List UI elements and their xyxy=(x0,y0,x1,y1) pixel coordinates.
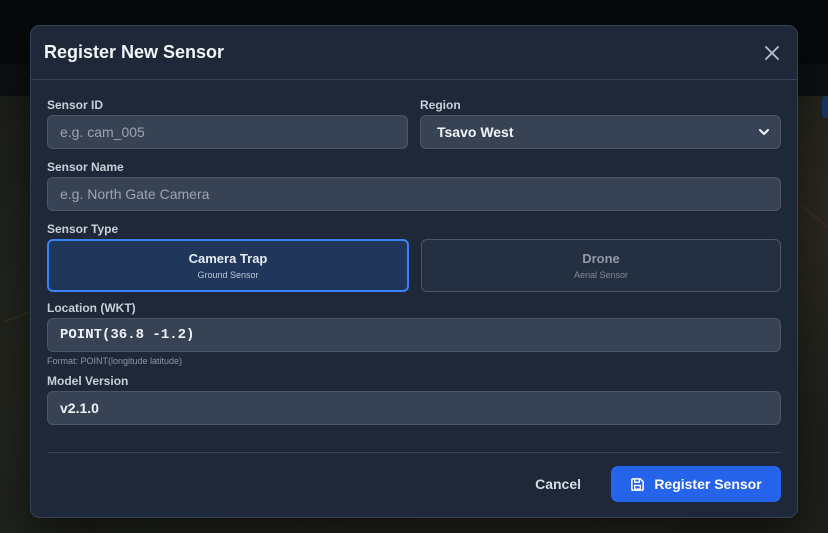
sensor-name-field: Sensor Name e.g. North Gate Camera xyxy=(47,160,781,211)
model-version-label: Model Version xyxy=(47,374,129,388)
close-icon xyxy=(765,45,779,60)
sensor-id-label: Sensor ID xyxy=(47,98,104,112)
sensor-id-input[interactable]: e.g. cam_005 xyxy=(47,115,408,149)
location-label: Location (WKT) xyxy=(47,301,136,315)
chevron-down-icon xyxy=(759,129,769,135)
sensor-id-field: Sensor ID e.g. cam_005 xyxy=(47,98,408,149)
region-select[interactable]: Tsavo West xyxy=(420,115,781,149)
save-icon xyxy=(631,477,645,491)
sensor-name-label: Sensor Name xyxy=(47,160,124,174)
close-button[interactable] xyxy=(761,42,783,64)
sensor-type-title: Camera Trap xyxy=(188,251,268,266)
sensor-type-field: Sensor Type Camera Trap Ground Sensor Dr… xyxy=(47,222,781,292)
model-version-input[interactable]: v2.1.0 xyxy=(47,391,781,425)
sensor-type-title: Drone xyxy=(582,251,620,266)
sensor-type-label: Sensor Type xyxy=(47,222,119,236)
sensor-type-camera-trap[interactable]: Camera Trap Ground Sensor xyxy=(47,239,409,292)
region-selected-value: Tsavo West xyxy=(437,124,514,140)
footer-divider xyxy=(47,452,781,453)
region-label: Region xyxy=(420,98,461,112)
sensor-type-drone[interactable]: Drone Aerial Sensor xyxy=(421,239,781,292)
location-input[interactable]: POINT(36.8 -1.2) xyxy=(47,318,781,352)
sensor-type-subtitle: Aerial Sensor xyxy=(573,270,629,280)
sensor-name-input[interactable]: e.g. North Gate Camera xyxy=(47,177,781,211)
register-sensor-button[interactable]: Register Sensor xyxy=(611,466,781,502)
register-sensor-label: Register Sensor xyxy=(654,476,762,492)
location-hint: Format: POINT(longitude latitude) xyxy=(47,356,183,366)
cancel-button[interactable]: Cancel xyxy=(533,468,583,500)
register-sensor-dialog: Register New Sensor Sensor ID e.g. cam_0… xyxy=(30,25,798,518)
sensor-type-subtitle: Ground Sensor xyxy=(197,270,259,280)
location-field: Location (WKT) POINT(36.8 -1.2) Format: … xyxy=(47,301,781,367)
region-field: Region Tsavo West xyxy=(420,98,781,149)
dialog-header: Register New Sensor xyxy=(31,26,797,80)
model-version-field: Model Version v2.1.0 xyxy=(47,374,781,425)
dialog-title: Register New Sensor xyxy=(44,42,225,62)
dialog-body: Sensor ID e.g. cam_005 Region Tsavo West… xyxy=(31,80,797,425)
dialog-footer: Cancel Register Sensor xyxy=(533,466,781,502)
